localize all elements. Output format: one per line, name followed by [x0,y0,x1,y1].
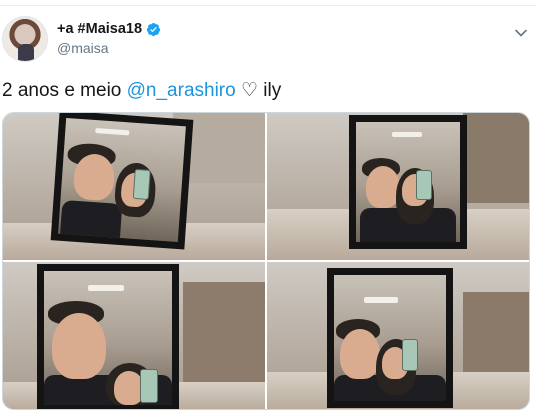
mention-link[interactable]: @n_arashiro [127,80,236,101]
photo-3[interactable] [3,262,265,409]
phone [416,170,432,200]
phone [402,339,418,371]
tweet-header: +a #Maisa18 @maisa [0,12,536,64]
shirt [59,199,123,243]
cabinet [463,292,529,382]
avatar[interactable] [2,16,48,62]
tweet-text: 2 anos e meio @n_arashiro ♡ ily [2,79,281,102]
mirror-reflection [58,117,186,243]
mirror-reflection [356,122,460,242]
photo-1[interactable] [3,113,265,260]
ceiling-light [88,285,124,291]
mirror [349,115,467,249]
tweet-text-tail: ♡ ily [235,80,282,101]
mirror-reflection [334,275,446,401]
face [366,166,400,208]
face [340,329,380,379]
name-row: +a #Maisa18 [57,21,161,37]
display-name[interactable]: +a #Maisa18 [57,21,142,37]
top-divider [0,5,536,6]
cabinet [463,113,529,203]
user-handle[interactable]: @maisa [57,40,109,56]
photo-2[interactable] [267,113,529,260]
photo-4[interactable] [267,262,529,409]
face [52,313,106,379]
photo-grid [2,112,530,410]
chevron-down-icon[interactable] [514,26,528,40]
ceiling-light [95,128,130,136]
mirror [50,113,194,250]
ceiling-light [392,132,422,137]
ceiling-light [364,297,398,303]
tweet-text-lead: 2 anos e meio [2,80,127,101]
mirror [327,268,453,408]
avatar-figure [18,44,34,61]
phone [140,369,158,403]
cabinet [183,282,265,382]
verified-badge-icon [147,22,161,36]
mirror [37,264,179,409]
mirror-reflection [44,271,172,405]
phone [132,168,151,200]
